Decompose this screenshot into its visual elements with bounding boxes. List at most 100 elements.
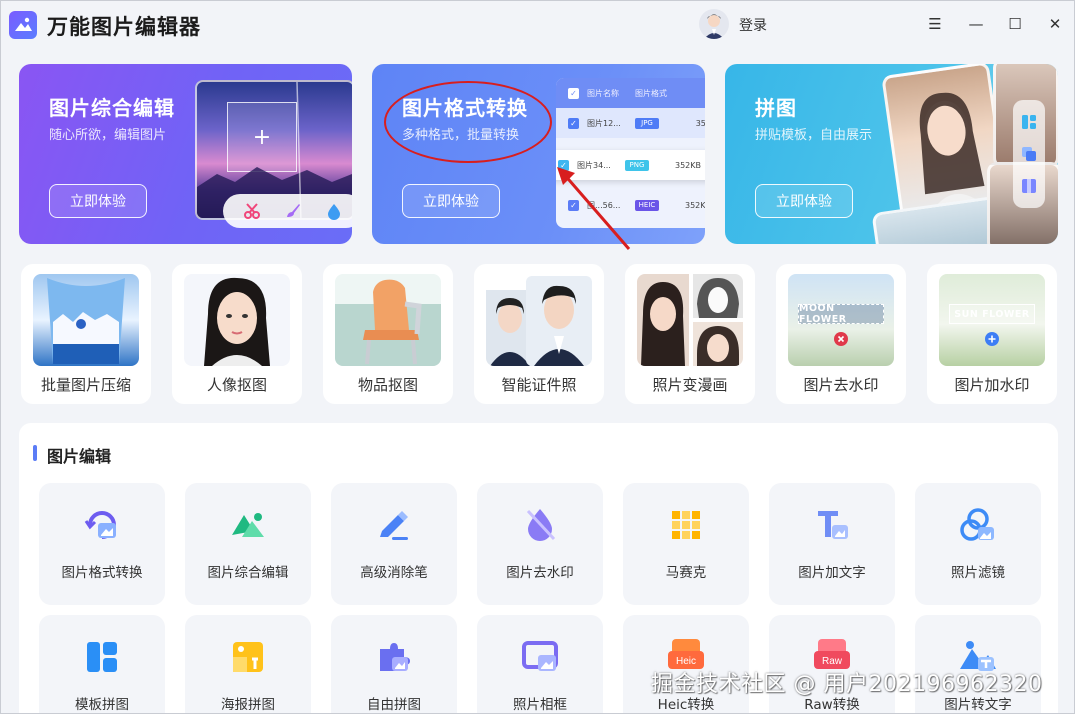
banner-subtitle: 随心所欲，编辑图片 [49, 128, 167, 143]
header-name: 图片名称 [587, 88, 619, 98]
header-format: 图片格式 [635, 88, 667, 98]
watermark-text: 掘金技术社区 @ 用户2021969623​20 [651, 672, 1043, 697]
watermark-text: SUN FLOWER [949, 304, 1035, 324]
tool-image-to-text[interactable]: 图片转文字 [915, 615, 1041, 713]
annotation-circle [384, 81, 552, 163]
feature-photo-to-comic[interactable]: 照片变漫画 [625, 264, 755, 404]
tool-raw-convert[interactable]: Raw Raw转换 [769, 615, 895, 713]
edit-image-icon [232, 513, 264, 537]
annotation-arrow [557, 167, 631, 250]
layout-iconbar [1013, 100, 1045, 208]
feature-label: 图片去水印 [803, 376, 879, 394]
banner-title: 拼图 [755, 96, 797, 120]
watermark-text: MOON FLOWER [798, 303, 884, 325]
scissors-icon [243, 203, 260, 219]
file-name: 图片12... [587, 118, 621, 128]
comic-preview-image [637, 274, 743, 366]
try-now-button[interactable]: 立即体验 [755, 184, 853, 218]
tool-label: 马赛克 [665, 565, 707, 581]
tool-add-text[interactable]: 图片加文字 [769, 483, 895, 605]
tool-format-convert[interactable]: 图片格式转换 [39, 483, 165, 605]
title-bar: 万能图片编辑器 登录 ☰ — ☐ ✕ [1, 1, 1074, 49]
checkbox-icon: ✓ [568, 117, 579, 129]
remove-icon [834, 332, 848, 346]
drop-icon [328, 204, 341, 220]
tool-label: 图片格式转换 [61, 565, 143, 581]
layers-icon [1022, 147, 1036, 161]
feature-label: 智能证件照 [501, 376, 577, 394]
tool-label: 海报拼图 [221, 697, 275, 713]
eraser-pen-icon [380, 511, 408, 540]
feature-object-cutout[interactable]: 物品抠图 [323, 264, 453, 404]
tool-label: 高级消除笔 [360, 565, 428, 581]
photo-frame-icon [522, 641, 558, 671]
format-tag: HEIC [635, 199, 659, 211]
flower-preview-image: MOON FLOWER [788, 274, 894, 366]
feature-portrait-cutout[interactable]: 人像抠图 [172, 264, 302, 404]
user-avatar[interactable] [699, 9, 729, 39]
menu-icon[interactable]: ☰ [924, 13, 946, 35]
poster-collage-icon [233, 642, 263, 672]
feature-label: 图片加水印 [954, 376, 1030, 394]
file-size: 352KB [684, 200, 705, 210]
edit-tools-bar [223, 194, 352, 228]
tool-edit-image[interactable]: 图片综合编辑 [185, 483, 311, 605]
banner-title: 图片综合编辑 [49, 96, 175, 120]
checkbox-icon: ✓ [568, 87, 579, 99]
tool-label: 图片综合编辑 [207, 565, 289, 581]
feature-label: 物品抠图 [357, 376, 418, 394]
section-title: 图片编辑 [47, 447, 112, 466]
tool-heic-convert[interactable]: Heic Heic转换 [623, 615, 749, 713]
tool-label: 图片加文字 [798, 565, 866, 581]
flower-preview-image: SUN FLOWER [939, 274, 1045, 366]
format-convert-icon [84, 511, 116, 539]
login-link[interactable]: 登录 [739, 15, 767, 35]
table-row: ✓ 图片12... JPG 352 [556, 108, 705, 138]
minimize-button[interactable]: — [965, 13, 987, 35]
add-icon [985, 332, 999, 346]
format-tag: JPG [635, 117, 659, 129]
feature-id-photo[interactable]: 智能证件照 [474, 264, 604, 404]
try-now-button[interactable]: 立即体验 [49, 184, 147, 218]
free-collage-icon [380, 643, 410, 671]
file-size: 352 [695, 118, 705, 128]
template-collage-icon [87, 642, 117, 672]
brush-icon [286, 204, 300, 217]
tool-label: 图片去水印 [506, 565, 574, 581]
filter-icon [960, 508, 994, 541]
tool-label: 照片相框 [513, 697, 567, 713]
tool-photo-frame[interactable]: 照片相框 [477, 615, 603, 713]
tool-poster-collage[interactable]: 海报拼图 [185, 615, 311, 713]
tool-eraser-pen[interactable]: 高级消除笔 [331, 483, 457, 605]
feature-label: 人像抠图 [206, 376, 267, 394]
feature-batch-compress[interactable]: 批量图片压缩 [21, 264, 151, 404]
tool-remove-watermark[interactable]: 图片去水印 [477, 483, 603, 605]
tool-label: 照片滤镜 [951, 565, 1005, 581]
tool-photo-filter[interactable]: 照片滤镜 [915, 483, 1041, 605]
feature-label: 批量图片压缩 [40, 376, 131, 394]
app-logo-icon [9, 11, 37, 39]
close-button[interactable]: ✕ [1044, 13, 1066, 35]
section-accent-bar [33, 445, 37, 461]
banner-image-edit[interactable]: 图片综合编辑 随心所欲，编辑图片 立即体验 + [19, 64, 352, 244]
tool-label: 模板拼图 [75, 697, 129, 713]
banner-collage[interactable]: 拼图 拼贴模板，自由展示 立即体验 [725, 64, 1058, 244]
feature-add-watermark[interactable]: SUN FLOWER 图片加水印 [927, 264, 1057, 404]
tool-free-collage[interactable]: 自由拼图 [331, 615, 457, 713]
add-text-icon [818, 511, 848, 539]
tool-label: 自由拼图 [367, 697, 421, 713]
tool-template-collage[interactable]: 模板拼图 [39, 615, 165, 713]
feature-label: 照片变漫画 [652, 376, 728, 394]
try-now-button[interactable]: 立即体验 [402, 184, 500, 218]
feature-remove-watermark[interactable]: MOON FLOWER 图片去水印 [776, 264, 906, 404]
tool-mosaic[interactable]: 马赛克 [623, 483, 749, 605]
table-header: ✓ 图片名称 图片格式 [556, 78, 705, 108]
app-window: 万能图片编辑器 登录 ☰ — ☐ ✕ 图片综合编辑 随心所欲，编辑图片 立即体验… [0, 0, 1075, 714]
file-size: 352KB [674, 160, 701, 170]
banner-subtitle: 拼贴模板，自由展示 [755, 128, 873, 143]
chair-preview-image [335, 274, 441, 366]
compress-preview-image [33, 274, 139, 366]
portrait-preview-image [184, 274, 290, 366]
maximize-button[interactable]: ☐ [1004, 13, 1026, 35]
id-photo-preview-image [486, 274, 592, 366]
